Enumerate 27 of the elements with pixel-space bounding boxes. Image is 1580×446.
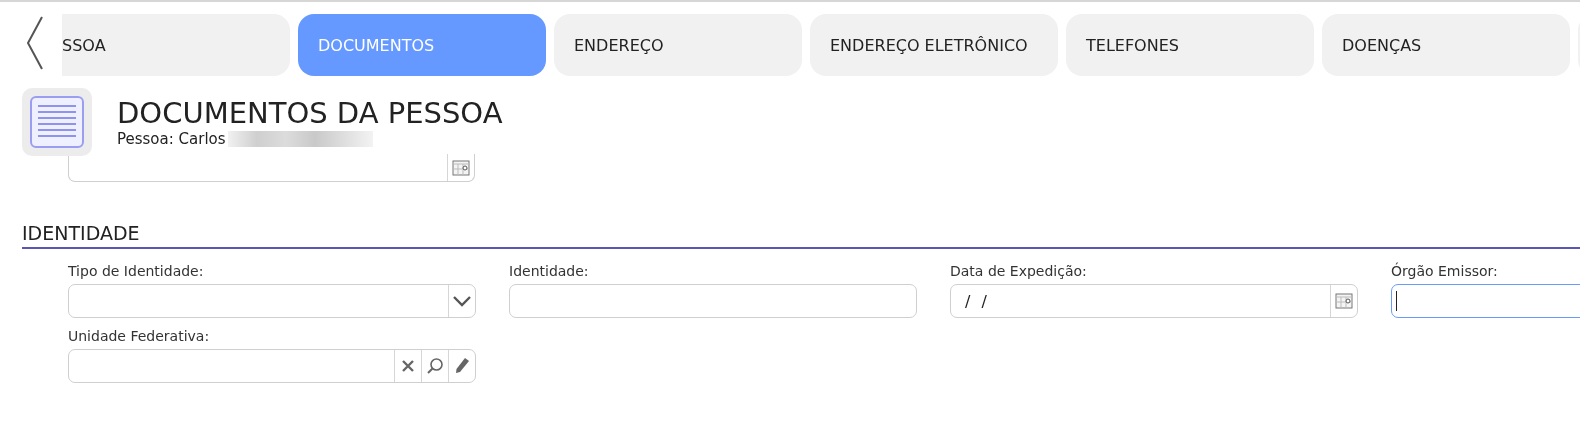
tab[interactable]: TELEFONES: [1066, 14, 1314, 76]
field-label: Identidade:: [509, 263, 590, 279]
text-cursor: [1396, 291, 1397, 311]
field-label: Órgão Emissor:: [1391, 263, 1499, 279]
calendar-icon[interactable]: [1335, 293, 1353, 309]
section-title: IDENTIDADE: [22, 222, 1580, 249]
tab[interactable]: ENDEREÇO: [554, 14, 802, 76]
field-label: Tipo de Identidade:: [68, 263, 205, 279]
field-label: Data de Expedição:: [950, 263, 1088, 279]
calendar-icon[interactable]: [452, 159, 470, 176]
document-icon: [22, 88, 92, 156]
back-icon[interactable]: [25, 15, 45, 71]
input-field[interactable]: [68, 349, 476, 383]
search-icon[interactable]: [426, 357, 444, 375]
input-field[interactable]: [509, 284, 917, 318]
tab[interactable]: DOENÇAS: [1322, 14, 1570, 76]
clear-icon[interactable]: [401, 359, 415, 373]
tab[interactable]: ENDEREÇO ELETRÔNICO: [810, 14, 1058, 76]
date-field[interactable]: [68, 154, 475, 182]
chevron-down-icon[interactable]: [452, 295, 472, 307]
input-field[interactable]: / /: [950, 284, 1358, 318]
field-label: Unidade Federativa:: [68, 328, 211, 344]
tab[interactable]: SSOA: [62, 14, 290, 76]
date-mask: / /: [965, 291, 987, 311]
page-title: DOCUMENTOS DA PESSOA: [117, 96, 503, 130]
pencil-icon[interactable]: [454, 357, 470, 375]
person-name: Pessoa: Carlos: [117, 130, 226, 148]
